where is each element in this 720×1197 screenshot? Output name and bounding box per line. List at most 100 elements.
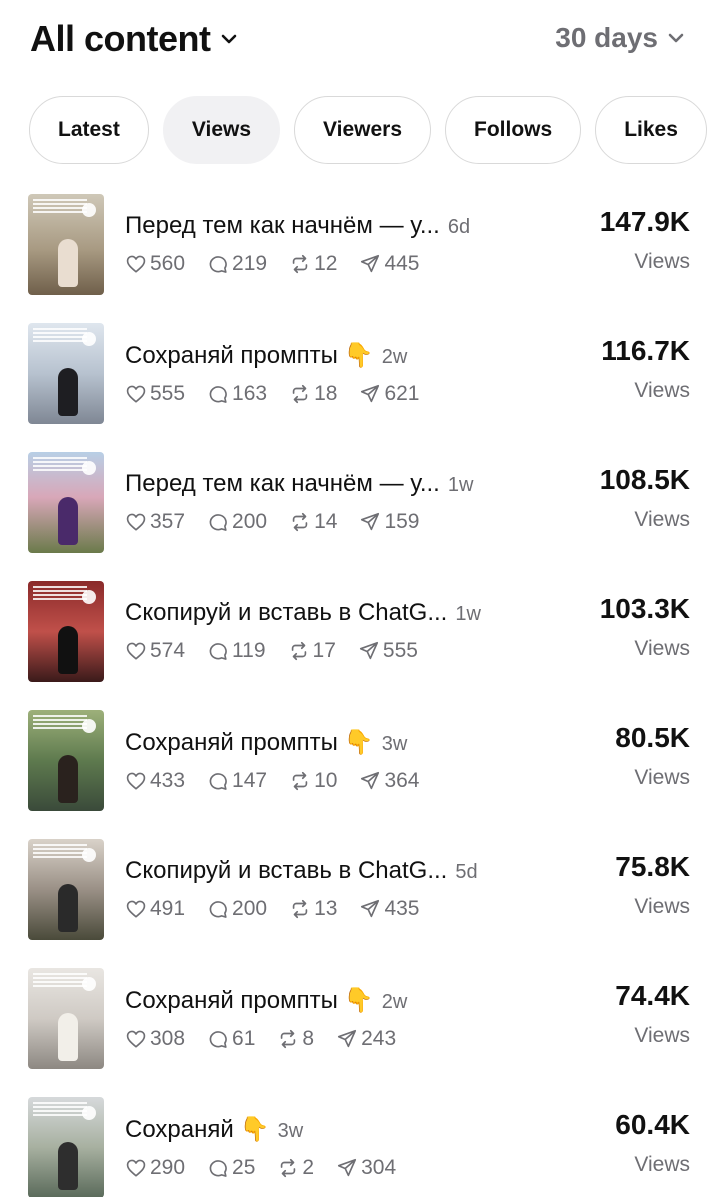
content-filter-dropdown[interactable]: All content (30, 18, 239, 60)
thumbnail-caption (33, 199, 87, 213)
views-value: 108.5K (599, 464, 690, 495)
reposts-stat: 13 (289, 897, 337, 921)
post-row-1[interactable]: Перед тем как начнём — у... 6d 560 219 1… (0, 180, 720, 309)
heart-icon (126, 1159, 146, 1177)
views-value: 75.8K (615, 851, 690, 882)
reposts-count: 17 (312, 639, 336, 662)
post-thumbnail[interactable] (28, 968, 104, 1069)
thumbnail-figure (58, 239, 78, 287)
post-thumbnail[interactable] (28, 1097, 104, 1197)
likes-count: 357 (150, 510, 186, 533)
post-row-2[interactable]: Сохраняй промпты 👇 2w 555 163 18 621 116… (0, 309, 720, 438)
post-row-7[interactable]: Сохраняй промпты 👇 2w 308 61 8 243 74.4K… (0, 954, 720, 1083)
likes-count: 308 (150, 1027, 186, 1050)
post-title: Перед тем как начнём — у... (125, 212, 440, 239)
post-age: 6d (447, 216, 471, 238)
comments-count: 163 (232, 382, 268, 405)
thumbnail-caption (33, 973, 87, 987)
tab-likes[interactable]: Likes (595, 96, 707, 164)
tab-views[interactable]: Views (162, 96, 281, 164)
comment-icon (209, 643, 227, 660)
post-stats: 290 25 2 304 (125, 1156, 520, 1180)
post-row-3[interactable]: Перед тем как начнём — у... 1w 357 200 1… (0, 438, 720, 567)
post-thumbnail[interactable] (28, 323, 104, 424)
reposts-stat: 8 (277, 1027, 314, 1051)
post-title-line: Перед тем как начнём — у... 6d (125, 212, 520, 240)
tab-latest[interactable]: Latest (29, 96, 149, 164)
sort-tabs: Latest Views Viewers Follows Likes (29, 96, 707, 164)
chevron-down-icon (221, 34, 236, 44)
likes-count: 290 (150, 1156, 186, 1179)
comments-count: 61 (232, 1027, 256, 1050)
views-label: Views (634, 637, 690, 660)
likes-count: 433 (150, 769, 186, 792)
repost-icon (281, 1029, 296, 1049)
post-thumbnail[interactable] (28, 839, 104, 940)
likes-count: 555 (150, 382, 186, 405)
post-title: Сохраняй (125, 1116, 234, 1143)
chevron-down-icon (668, 33, 684, 43)
play-icon (82, 848, 96, 862)
post-thumbnail[interactable] (28, 581, 104, 682)
likes-stat: 290 (125, 1156, 185, 1180)
post-stats: 433 147 10 364 (125, 769, 520, 793)
tab-follows[interactable]: Follows (445, 96, 582, 164)
post-row-6[interactable]: Скопируй и вставь в ChatG... 5d 491 200 … (0, 825, 720, 954)
pointing-down-emoji: 👇 (239, 1116, 270, 1143)
post-stats: 491 200 13 435 (125, 897, 520, 921)
shares-stat: 364 (359, 769, 420, 793)
date-range-label: 30 days (555, 22, 658, 53)
thumbnail-caption (33, 328, 87, 342)
post-info: Перед тем как начнём — у... 6d 560 219 1… (125, 212, 520, 276)
header: All content 30 days (0, 0, 720, 80)
post-title: Сохраняй промпты (125, 729, 338, 756)
post-thumbnail[interactable] (28, 194, 104, 295)
post-stats: 357 200 14 159 (125, 510, 520, 534)
date-range-dropdown[interactable]: 30 days (555, 22, 686, 54)
share-icon (361, 254, 380, 273)
share-icon (361, 899, 380, 918)
post-metric: 116.7K Views (601, 335, 690, 403)
views-label: Views (634, 895, 690, 918)
post-row-5[interactable]: Сохраняй промпты 👇 3w 433 147 10 364 80.… (0, 696, 720, 825)
shares-stat: 243 (336, 1027, 396, 1051)
reposts-stat: 10 (289, 769, 337, 793)
share-icon (361, 512, 380, 531)
views-label: Views (634, 508, 690, 531)
likes-stat: 433 (125, 769, 185, 793)
thumbnail-figure (58, 368, 78, 416)
comment-icon (209, 773, 227, 790)
repost-icon (292, 254, 308, 274)
pointing-down-emoji: 👇 (343, 342, 374, 369)
share-icon (338, 1029, 357, 1048)
comments-stat: 25 (207, 1156, 255, 1180)
thumbnail-caption (33, 586, 87, 600)
post-metric: 75.8K Views (615, 851, 690, 919)
post-age: 3w (277, 1120, 304, 1142)
post-row-4[interactable]: Скопируй и вставь в ChatG... 1w 574 119 … (0, 567, 720, 696)
post-info: Сохраняй 👇 3w 290 25 2 304 (125, 1115, 520, 1180)
shares-stat: 159 (359, 510, 420, 534)
post-thumbnail[interactable] (28, 452, 104, 553)
post-row-8[interactable]: Сохраняй 👇 3w 290 25 2 304 60.4K Views (0, 1083, 720, 1197)
post-metric: 74.4K Views (615, 980, 690, 1048)
comment-icon (209, 1031, 227, 1048)
reposts-count: 2 (302, 1156, 315, 1179)
tab-viewers[interactable]: Viewers (294, 96, 432, 164)
post-age: 5d (455, 861, 478, 883)
comments-count: 119 (232, 639, 266, 662)
thumbnail-figure (58, 755, 78, 803)
shares-count: 159 (384, 510, 420, 533)
likes-stat: 308 (125, 1027, 185, 1051)
likes-stat: 491 (125, 897, 185, 921)
repost-icon (281, 1158, 296, 1178)
comments-stat: 163 (207, 382, 267, 406)
thumbnail-figure (58, 497, 78, 545)
post-stats: 574 119 17 555 (125, 639, 520, 663)
comments-count: 200 (232, 510, 268, 533)
post-title: Скопируй и вставь в ChatG... (125, 857, 448, 884)
post-age: 2w (381, 991, 408, 1013)
shares-count: 621 (384, 382, 420, 405)
views-value: 80.5K (615, 722, 690, 753)
post-thumbnail[interactable] (28, 710, 104, 811)
